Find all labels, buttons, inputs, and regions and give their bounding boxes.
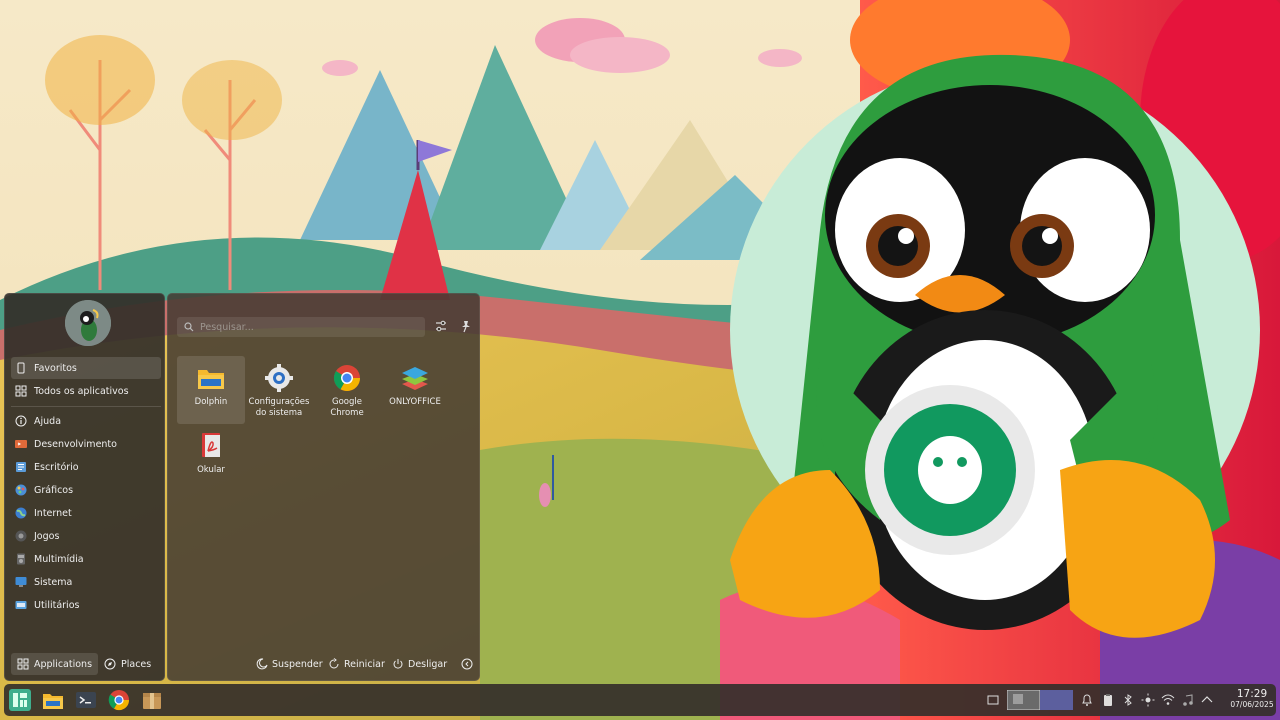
- restart-button[interactable]: Reiniciar: [328, 654, 385, 674]
- dolphin-icon[interactable]: [41, 688, 65, 712]
- category-label: Escritório: [34, 461, 79, 473]
- search-icon: [184, 322, 194, 332]
- category-label: Desenvolvimento: [34, 438, 117, 450]
- search-field[interactable]: [177, 317, 425, 337]
- category-graphics[interactable]: Gráficos: [11, 479, 161, 501]
- app-dolphin[interactable]: Dolphin: [177, 356, 245, 424]
- help-icon: [15, 415, 27, 427]
- app-system-settings[interactable]: Configurações do sistema: [245, 356, 313, 424]
- category-label: Todos os aplicativos: [34, 385, 129, 397]
- suspend-moon-icon: [256, 658, 268, 670]
- category-internet[interactable]: Internet: [11, 502, 161, 524]
- category-development[interactable]: Desenvolvimento: [11, 433, 161, 455]
- filter-settings-icon[interactable]: [434, 319, 448, 333]
- restart-label: Reiniciar: [344, 658, 385, 670]
- category-label: Multimídia: [34, 553, 84, 565]
- virtual-desktop-pager[interactable]: [1007, 690, 1073, 710]
- divider: [11, 406, 161, 407]
- search-input[interactable]: [200, 321, 420, 333]
- app-google-chrome[interactable]: Google Chrome: [313, 356, 381, 424]
- clock-date: 07/06/2025: [1230, 700, 1274, 709]
- app-label: Okular: [197, 465, 225, 475]
- app-label: Google Chrome: [330, 397, 364, 418]
- grid-icon: [17, 658, 29, 670]
- settings-gear-icon: [265, 364, 293, 392]
- category-all-apps[interactable]: Todos os aplicativos: [11, 380, 161, 402]
- tab-label: Applications: [34, 658, 93, 670]
- category-label: Gráficos: [34, 484, 74, 496]
- bluetooth-icon[interactable]: [1121, 693, 1135, 707]
- category-label: Jogos: [34, 530, 60, 542]
- clock-time: 17:29: [1236, 688, 1268, 700]
- taskbar: 17:29 07/06/2025: [4, 684, 1276, 716]
- category-label: Sistema: [34, 576, 73, 588]
- clipboard-icon[interactable]: [1101, 693, 1115, 707]
- tab-applications[interactable]: Applications: [11, 653, 99, 675]
- app-label: Dolphin: [194, 397, 228, 407]
- wifi-icon[interactable]: [1161, 693, 1175, 707]
- category-multimedia[interactable]: Multimídia: [11, 548, 161, 570]
- app-launcher-icon[interactable]: [8, 688, 32, 712]
- category-favorites[interactable]: Favoritos: [11, 357, 161, 379]
- category-label: Ajuda: [34, 415, 62, 427]
- app-label: ONLYOFFICE: [389, 397, 441, 407]
- internet-icon: [15, 507, 27, 519]
- category-label: Favoritos: [34, 362, 77, 374]
- category-label: Utilitários: [34, 599, 80, 611]
- restart-icon: [329, 658, 339, 669]
- audio-icon[interactable]: [1181, 693, 1195, 707]
- compass-icon: [104, 658, 116, 670]
- office-icon: [16, 462, 26, 472]
- category-games[interactable]: Jogos: [11, 525, 161, 547]
- onlyoffice-icon: [402, 367, 428, 390]
- app-okular[interactable]: Okular: [177, 424, 245, 492]
- shutdown-label: Desligar: [408, 658, 448, 670]
- launcher-main: Dolphin Configurações do sistema Google …: [167, 293, 480, 681]
- bookmark-icon: [17, 362, 25, 374]
- dolphin-folder-icon: [198, 370, 224, 389]
- leave-menu-icon[interactable]: [461, 658, 473, 670]
- chevron-up-icon[interactable]: [1200, 693, 1214, 707]
- package-icon[interactable]: [140, 688, 164, 712]
- app-label: Configurações do sistema: [248, 397, 310, 418]
- suspend-button[interactable]: Suspender: [256, 654, 323, 674]
- clock[interactable]: 17:29 07/06/2025: [1230, 688, 1274, 710]
- chrome-icon[interactable]: [107, 688, 131, 712]
- grid-icon: [15, 385, 27, 397]
- system-icon: [15, 577, 27, 587]
- category-office[interactable]: Escritório: [11, 456, 161, 478]
- okular-pdf-icon: [202, 433, 220, 457]
- category-utilities[interactable]: Utilitários: [11, 594, 161, 616]
- show-desktop-icon[interactable]: [986, 693, 1000, 707]
- category-help[interactable]: Ajuda: [11, 410, 161, 432]
- application-launcher: Favoritos Todos os aplicativos Ajuda Des…: [4, 293, 480, 681]
- user-avatar[interactable]: [65, 300, 111, 346]
- development-icon: [15, 440, 27, 448]
- shutdown-button[interactable]: Desligar: [392, 654, 447, 674]
- graphics-icon: [15, 484, 27, 496]
- brightness-icon[interactable]: [1141, 693, 1155, 707]
- category-system[interactable]: Sistema: [11, 571, 161, 593]
- app-onlyoffice[interactable]: ONLYOFFICE: [381, 356, 449, 424]
- utilities-icon: [15, 601, 27, 609]
- games-icon: [15, 530, 27, 542]
- notifications-bell-icon[interactable]: [1080, 693, 1094, 707]
- suspend-label: Suspender: [272, 658, 323, 670]
- tab-places[interactable]: Places: [98, 653, 157, 675]
- pin-icon[interactable]: [459, 319, 473, 333]
- tab-label: Places: [121, 658, 152, 670]
- chrome-icon: [333, 365, 361, 392]
- multimedia-icon: [17, 553, 25, 565]
- power-icon: [393, 659, 403, 669]
- konsole-icon[interactable]: [74, 688, 98, 712]
- category-label: Internet: [34, 507, 72, 519]
- launcher-sidebar: Favoritos Todos os aplicativos Ajuda Des…: [4, 293, 165, 681]
